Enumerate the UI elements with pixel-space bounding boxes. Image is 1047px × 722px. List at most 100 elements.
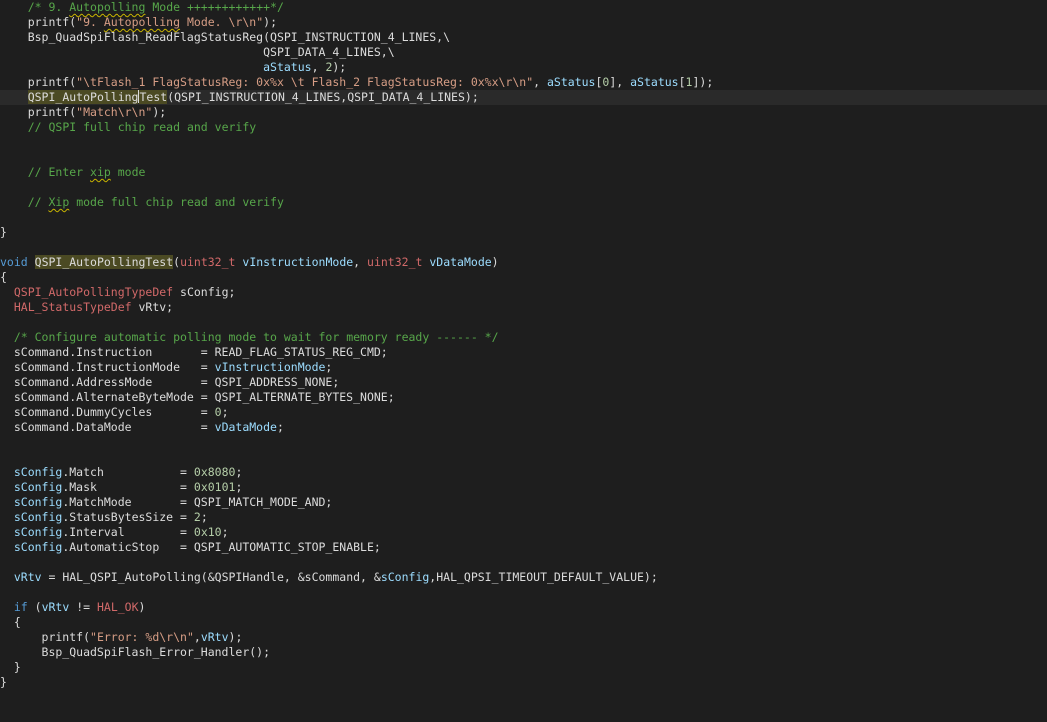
code-token: , bbox=[533, 75, 547, 89]
code-line[interactable] bbox=[0, 135, 1047, 150]
code-token: sConfig bbox=[13, 510, 63, 524]
code-token: sConfig bbox=[13, 525, 63, 539]
code-editor[interactable]: /* 9. Autopolling Mode ++++++++++++*/ pr… bbox=[0, 0, 1047, 722]
code-token: "\tFlash_1 FlagStatusReg: 0x%x \t Flash_… bbox=[76, 75, 534, 89]
code-token: .Interval = bbox=[62, 525, 194, 539]
code-token: Autopolling bbox=[69, 0, 146, 14]
code-line[interactable] bbox=[0, 555, 1047, 570]
code-token: sConfig bbox=[13, 495, 63, 509]
code-token: ]); bbox=[692, 75, 714, 89]
code-token: ; bbox=[221, 405, 229, 419]
code-token: Test bbox=[139, 90, 168, 104]
code-line[interactable]: aStatus, 2); bbox=[0, 60, 1047, 75]
code-line[interactable]: HAL_StatusTypeDef vRtv; bbox=[0, 300, 1047, 315]
code-line[interactable]: QSPI_AutoPollingTypeDef sConfig; bbox=[0, 285, 1047, 300]
code-token: ; bbox=[221, 525, 229, 539]
code-token: ); bbox=[263, 15, 277, 29]
code-line[interactable]: sConfig.MatchMode = QSPI_MATCH_MODE_AND; bbox=[0, 495, 1047, 510]
code-token: } bbox=[0, 675, 7, 689]
code-line[interactable]: sConfig.Match = 0x8080; bbox=[0, 465, 1047, 480]
code-line[interactable] bbox=[0, 210, 1047, 225]
code-token: ; bbox=[200, 510, 208, 524]
code-line[interactable]: Bsp_QuadSpiFlash_Error_Handler(); bbox=[0, 645, 1047, 660]
code-token: aStatus bbox=[630, 75, 679, 89]
code-line[interactable] bbox=[0, 450, 1047, 465]
code-line[interactable]: } bbox=[0, 660, 1047, 675]
code-line[interactable]: } bbox=[0, 225, 1047, 240]
code-line[interactable] bbox=[0, 150, 1047, 165]
code-token: QSPI_AutoPolling bbox=[27, 90, 139, 104]
code-token: void bbox=[0, 255, 28, 269]
code-token: sConfig bbox=[13, 480, 63, 494]
code-token: ,HAL_QPSI_TIMEOUT_DEFAULT_VALUE); bbox=[429, 570, 658, 584]
code-token: QSPI_DATA_4_LINES,\ bbox=[0, 45, 395, 59]
code-line[interactable]: printf("9. Autopolling Mode. \r\n"); bbox=[0, 15, 1047, 30]
code-token: /* 9. bbox=[27, 0, 70, 14]
code-line[interactable]: // Enter xip mode bbox=[0, 165, 1047, 180]
code-line[interactable]: sCommand.AlternateByteMode = QSPI_ALTERN… bbox=[0, 390, 1047, 405]
code-token: 0x8080 bbox=[193, 465, 236, 479]
code-line[interactable]: void QSPI_AutoPollingTest(uint32_t vInst… bbox=[0, 255, 1047, 270]
code-token: mode bbox=[110, 165, 146, 179]
code-token: printf( bbox=[0, 105, 77, 119]
code-token: Xip bbox=[48, 195, 70, 209]
code-token: sCommand.InstructionMode = bbox=[0, 360, 215, 374]
code-token: sCommand.DataMode = bbox=[0, 420, 215, 434]
code-line[interactable]: { bbox=[0, 615, 1047, 630]
code-line[interactable]: // QSPI full chip read and verify bbox=[0, 120, 1047, 135]
code-line[interactable]: sConfig.AutomaticStop = QSPI_AUTOMATIC_S… bbox=[0, 540, 1047, 555]
code-line[interactable] bbox=[0, 585, 1047, 600]
code-token: { bbox=[0, 270, 7, 284]
code-line[interactable]: QSPI_AutoPollingTest(QSPI_INSTRUCTION_4_… bbox=[0, 90, 1047, 105]
code-line[interactable]: // Xip mode full chip read and verify bbox=[0, 195, 1047, 210]
code-token: ; bbox=[235, 480, 243, 494]
code-line[interactable] bbox=[0, 315, 1047, 330]
code-token: sConfig bbox=[13, 465, 63, 479]
code-line[interactable]: sConfig.Interval = 0x10; bbox=[0, 525, 1047, 540]
code-token: .Match = bbox=[62, 465, 194, 479]
code-token: } bbox=[0, 660, 21, 674]
code-line[interactable]: printf("Error: %d\r\n",vRtv); bbox=[0, 630, 1047, 645]
code-token: sCommand.Instruction = READ_FLAG_STATUS_… bbox=[0, 345, 388, 359]
code-line[interactable]: sCommand.InstructionMode = vInstructionM… bbox=[0, 360, 1047, 375]
code-line[interactable]: /* Configure automatic polling mode to w… bbox=[0, 330, 1047, 345]
code-line[interactable]: sConfig.StatusBytesSize = 2; bbox=[0, 510, 1047, 525]
code-line[interactable]: { bbox=[0, 270, 1047, 285]
code-line[interactable]: printf("Match\r\n"); bbox=[0, 105, 1047, 120]
code-line[interactable]: printf("\tFlash_1 FlagStatusReg: 0x%x \t… bbox=[0, 75, 1047, 90]
code-token: // bbox=[27, 195, 49, 209]
code-token: // Enter bbox=[27, 165, 91, 179]
code-line[interactable] bbox=[0, 240, 1047, 255]
code-line[interactable]: sCommand.AddressMode = QSPI_ADDRESS_NONE… bbox=[0, 375, 1047, 390]
code-token: aStatus bbox=[547, 75, 596, 89]
code-token: /* Configure automatic polling mode to w… bbox=[13, 330, 499, 344]
code-token: 0x0101 bbox=[193, 480, 236, 494]
code-token: .StatusBytesSize = bbox=[62, 510, 194, 524]
code-line[interactable]: if (vRtv != HAL_OK) bbox=[0, 600, 1047, 615]
code-token: vDataMode bbox=[214, 420, 277, 434]
code-token: Bsp_QuadSpiFlash_Error_Handler(); bbox=[0, 645, 271, 659]
code-token: // QSPI full chip read and verify bbox=[27, 120, 257, 134]
code-line[interactable] bbox=[0, 180, 1047, 195]
code-line[interactable]: sConfig.Mask = 0x0101; bbox=[0, 480, 1047, 495]
code-line[interactable]: /* 9. Autopolling Mode ++++++++++++*/ bbox=[0, 0, 1047, 15]
code-line[interactable]: } bbox=[0, 675, 1047, 690]
code-token: ); bbox=[332, 60, 347, 74]
code-token: vDataMode bbox=[429, 255, 492, 269]
code-line[interactable]: vRtv = HAL_QSPI_AutoPolling(&QSPIHandle,… bbox=[0, 570, 1047, 585]
code-line[interactable]: sCommand.DataMode = vDataMode; bbox=[0, 420, 1047, 435]
code-line[interactable]: sCommand.Instruction = READ_FLAG_STATUS_… bbox=[0, 345, 1047, 360]
code-token: , bbox=[353, 255, 368, 269]
code-line[interactable] bbox=[0, 435, 1047, 450]
code-line[interactable]: Bsp_QuadSpiFlash_ReadFlagStatusReg(QSPI_… bbox=[0, 30, 1047, 45]
code-token: uint32_t bbox=[180, 255, 236, 269]
code-line[interactable]: sCommand.DummyCycles = 0; bbox=[0, 405, 1047, 420]
code-line[interactable]: QSPI_DATA_4_LINES,\ bbox=[0, 45, 1047, 60]
